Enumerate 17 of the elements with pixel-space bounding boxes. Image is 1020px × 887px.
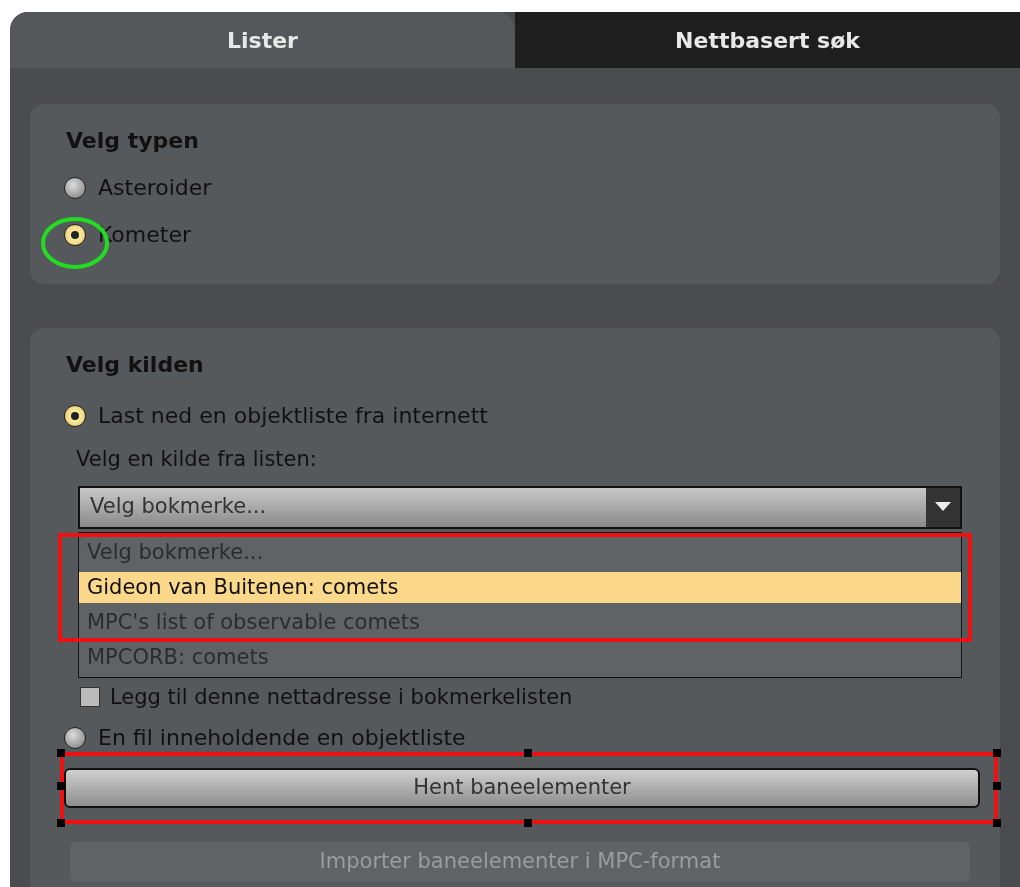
radio-label: En fil inneholdende en objektliste bbox=[98, 724, 466, 752]
radio-button[interactable] bbox=[64, 223, 86, 246]
checkbox-label: Legg til denne nettadresse i bokmerkelisten bbox=[110, 683, 573, 711]
field-label: Velg en kilde fra listen: bbox=[76, 446, 318, 473]
tab[interactable]: Lister bbox=[10, 12, 515, 68]
dropdown[interactable]: Velg bokmerke... bbox=[78, 485, 962, 529]
radio-button[interactable] bbox=[64, 726, 86, 749]
group-title: Velg kilden bbox=[66, 351, 205, 379]
tab[interactable]: Nettbasert søk bbox=[515, 12, 1020, 68]
radio-button[interactable] bbox=[64, 176, 86, 199]
radio-button[interactable] bbox=[64, 404, 86, 427]
fetch-button[interactable]: Hent baneelementer bbox=[64, 768, 980, 808]
radio-label: Asteroider bbox=[98, 174, 212, 202]
radio-label: Last ned en objektliste fra internett bbox=[98, 402, 488, 430]
dropdown-item[interactable]: Gideon van Buitenen: comets bbox=[79, 571, 961, 603]
group-title: Velg typen bbox=[66, 127, 200, 155]
checkbox[interactable] bbox=[80, 687, 100, 708]
